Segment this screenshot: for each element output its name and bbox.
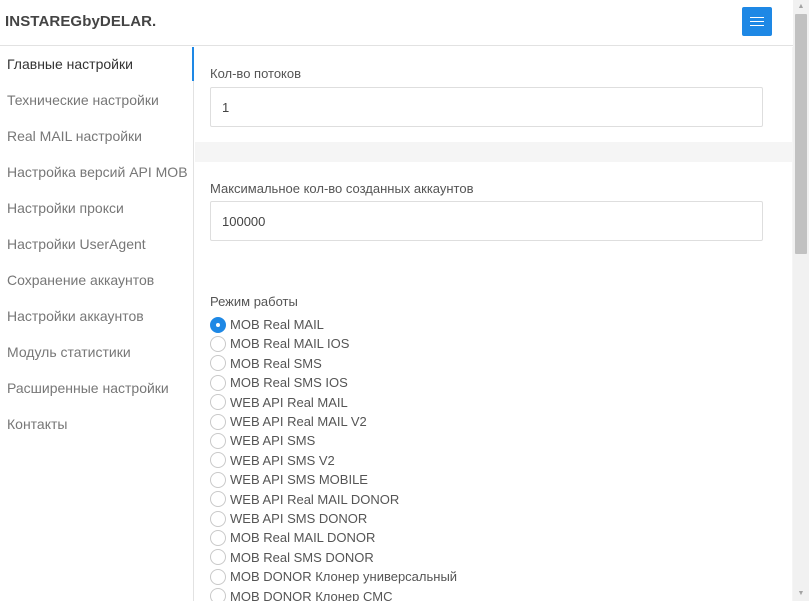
mode-option-label: MOB DONOR Клонер универсальный [230, 569, 458, 585]
mode-option-label: WEB API Real MAIL [230, 394, 348, 410]
mode-option[interactable]: MOB Real MAIL [210, 315, 324, 334]
mode-option[interactable]: MOB Real SMS IOS [210, 373, 348, 392]
radio-unchecked-icon[interactable] [210, 355, 226, 372]
mode-option-label: WEB API SMS DONOR [230, 511, 368, 526]
mode-option[interactable]: WEB API Real MAIL DONOR [210, 490, 399, 509]
mode-option-label: WEB API Real MAIL V2 [230, 414, 367, 429]
radio-unchecked-icon[interactable] [210, 413, 226, 430]
radio-unchecked-icon[interactable] [210, 588, 226, 601]
sidebar-item-main-settings[interactable]: Главные настройки [0, 47, 194, 81]
mode-option[interactable]: MOB DONOR Клонер СМС [210, 587, 392, 601]
radio-unchecked-icon[interactable] [210, 568, 226, 585]
scroll-up-arrow-icon[interactable]: ▲ [793, 0, 809, 14]
radio-unchecked-icon[interactable] [210, 510, 226, 527]
main-content: Кол-во потоков Максимальное кол-во созда… [195, 47, 793, 601]
max-accounts-input[interactable] [210, 201, 763, 241]
sidebar-item-technical-settings[interactable]: Технические настройки [0, 83, 194, 117]
mode-option[interactable]: MOB Real SMS [210, 354, 322, 373]
mode-option-label: WEB API Real MAIL DONOR [230, 491, 400, 507]
radio-unchecked-icon[interactable] [210, 491, 226, 508]
mode-option[interactable]: WEB API Real MAIL V2 [210, 412, 367, 431]
mode-label: Режим работы [210, 294, 298, 309]
sidebar-item-real-mail-settings[interactable]: Real MAIL настройки [0, 119, 194, 153]
sidebar-item-useragent-settings[interactable]: Настройки UserAgent [0, 227, 194, 261]
radio-unchecked-icon[interactable] [210, 432, 226, 449]
mode-option-label: MOB Real SMS [230, 355, 322, 371]
threads-input[interactable] [210, 87, 763, 127]
brand-logo: INSTAREGbyDELAR. [5, 13, 157, 30]
mode-option[interactable]: WEB API SMS DONOR [210, 509, 367, 528]
mode-option[interactable]: MOB Real MAIL DONOR [210, 528, 375, 547]
sidebar-item-contacts[interactable]: Контакты [0, 407, 194, 441]
scroll-down-arrow-icon[interactable]: ▼ [793, 587, 809, 601]
threads-card: Кол-во потоков [195, 47, 792, 142]
mode-option-label: MOB Real MAIL IOS [230, 336, 350, 352]
radio-unchecked-icon[interactable] [210, 452, 226, 469]
mode-option-label: MOB Real MAIL DONOR [230, 530, 376, 546]
sidebar-item-proxy-settings[interactable]: Настройки прокси [0, 191, 194, 225]
mode-option-label: WEB API SMS V2 [230, 452, 335, 468]
mode-option-label: MOB Real SMS DONOR [230, 549, 374, 565]
sidebar-item-account-settings[interactable]: Настройки аккаунтов [0, 299, 194, 333]
mode-option-label: MOB Real MAIL [230, 317, 324, 332]
mode-option[interactable]: WEB API Real MAIL [210, 393, 348, 412]
mode-option-label: WEB API SMS MOBILE [230, 472, 368, 488]
sidebar-item-advanced-settings[interactable]: Расширенные настройки [0, 371, 194, 405]
radio-unchecked-icon[interactable] [210, 335, 226, 352]
scrollbar-thumb[interactable] [795, 14, 807, 254]
radio-unchecked-icon[interactable] [210, 394, 226, 411]
sidebar: Главные настройки Технические настройки … [0, 47, 194, 601]
mode-option[interactable]: MOB Real SMS DONOR [210, 548, 374, 567]
sidebar-item-statistics-module[interactable]: Модуль статистики [0, 335, 194, 369]
max-accounts-card: Максимальное кол-во созданных аккаунтов [195, 162, 792, 276]
mode-option[interactable]: MOB DONOR Клонер универсальный [210, 567, 457, 586]
radio-unchecked-icon[interactable] [210, 529, 226, 546]
menu-toggle-button[interactable] [742, 7, 772, 36]
top-navbar: INSTAREGbyDELAR. [0, 0, 793, 46]
mode-option-label: MOB DONOR Клонер СМС [230, 588, 393, 601]
mode-option[interactable]: WEB API SMS MOBILE [210, 470, 368, 489]
hamburger-icon [750, 17, 764, 18]
mode-option[interactable]: MOB Real MAIL IOS [210, 334, 349, 353]
max-accounts-label: Максимальное кол-во созданных аккаунтов [210, 181, 474, 196]
radio-unchecked-icon[interactable] [210, 471, 226, 488]
radio-checked-icon[interactable] [210, 316, 226, 333]
mode-option-label: WEB API SMS [230, 433, 316, 449]
mode-option[interactable]: WEB API SMS V2 [210, 451, 335, 470]
sidebar-item-api-mob-versions[interactable]: Настройка версий API MOB [0, 155, 194, 189]
radio-unchecked-icon[interactable] [210, 374, 226, 391]
mode-option-label: MOB Real SMS IOS [230, 375, 348, 391]
mode-option[interactable]: WEB API SMS [210, 431, 315, 450]
sidebar-item-account-saving[interactable]: Сохранение аккаунтов [0, 263, 194, 297]
radio-unchecked-icon[interactable] [210, 549, 226, 566]
page-scrollbar[interactable]: ▲ ▼ [793, 0, 809, 601]
threads-label: Кол-во потоков [210, 66, 302, 81]
mode-card: Режим работы MOB Real MAIL MOB Real MAIL … [195, 276, 792, 601]
